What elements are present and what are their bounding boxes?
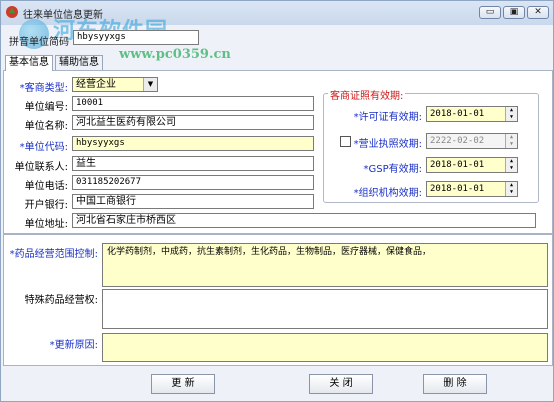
date-spinner[interactable]: ▲ ▼ — [505, 107, 517, 121]
business-license-label: *营业执照效期: — [353, 139, 422, 150]
unit-code-label: 单位编号: — [24, 102, 68, 113]
chevron-down-icon[interactable]: ▼ — [143, 78, 157, 91]
drug-scope-field[interactable]: 化学药制剂，中成药，抗生素制剂，生化药品，生物制品，医疗器械，保健食品， — [102, 243, 548, 287]
org-code-validity-label: *组织机构效期: — [353, 188, 422, 199]
update-button[interactable]: 更 新 — [151, 374, 215, 394]
minimize-button[interactable]: ▭ — [479, 6, 501, 19]
drug-scope-label: *药品经营范围控制: — [9, 249, 98, 260]
delete-button[interactable]: 删 除 — [423, 374, 487, 394]
app-logo-icon — [6, 6, 18, 18]
special-drug-label: 特殊药品经营权: — [24, 295, 98, 306]
unit-phone-label: 单位电话: — [24, 181, 68, 192]
date-spinner[interactable]: ▲ ▼ — [505, 134, 517, 148]
date-spinner[interactable]: ▲ ▼ — [505, 182, 517, 196]
customer-type-label: *客商类型: — [19, 83, 68, 94]
update-reason-field[interactable] — [102, 333, 548, 362]
restore-button[interactable]: ▣ — [503, 6, 525, 19]
special-drug-field[interactable] — [102, 289, 548, 329]
spin-up-icon[interactable]: ▲ — [506, 107, 517, 114]
bank-field[interactable]: 中国工商银行 — [72, 194, 314, 209]
search-label: 拼音单位简码 — [9, 37, 69, 48]
business-scope-panel: *药品经营范围控制: 化学药制剂，中成药，抗生素制剂，生化药品，生物制品，医疗器… — [3, 234, 553, 366]
contact-person-label: 单位联系人: — [14, 162, 68, 173]
license-group-title: 客商证照有效期: — [328, 87, 406, 102]
permit-validity-date[interactable]: 2018-01-01 ▲ ▼ — [426, 106, 518, 122]
close-button[interactable]: 关 闭 — [309, 374, 373, 394]
tab-basic-info[interactable]: 基本信息 — [5, 55, 53, 71]
date-spinner[interactable]: ▲ ▼ — [505, 158, 517, 172]
gsp-validity-date[interactable]: 2018-01-01 ▲ ▼ — [426, 157, 518, 173]
spin-down-icon[interactable]: ▼ — [506, 165, 517, 172]
unit-code-field[interactable]: 10001 — [72, 96, 314, 111]
org-code-validity-value: 2018-01-01 — [430, 184, 485, 194]
business-license-date[interactable]: 2222-02-02 ▲ ▼ — [426, 133, 518, 149]
unit-dcode-label: *单位代码: — [19, 142, 68, 153]
unit-phone-field[interactable]: 031185202677 — [72, 175, 314, 190]
watermark-url: www.pc0359.cn — [119, 47, 231, 62]
app-window: 往来单位信息更新 ▭ ▣ ✕ 河东软件园 www.pc0359.cn 拼音单位简… — [0, 0, 554, 402]
gsp-validity-label: *GSP有效期: — [363, 164, 423, 175]
spin-down-icon[interactable]: ▼ — [506, 114, 517, 121]
customer-type-select[interactable]: 经营企业 ▼ — [72, 77, 158, 92]
tab-auxiliary-info[interactable]: 辅助信息 — [55, 55, 103, 70]
update-reason-label: *更新原因: — [49, 340, 98, 351]
address-field[interactable]: 河北省石家庄市桥西区 — [72, 213, 536, 228]
contact-person-field[interactable]: 益生 — [72, 156, 314, 171]
permit-validity-label: *许可证有效期: — [353, 112, 422, 123]
address-label: 单位地址: — [24, 219, 68, 230]
unit-name-label: 单位名称: — [24, 121, 68, 132]
spin-up-icon[interactable]: ▲ — [506, 134, 517, 141]
spin-up-icon[interactable]: ▲ — [506, 182, 517, 189]
close-window-button[interactable]: ✕ — [527, 6, 549, 19]
customer-type-value: 经营企业 — [76, 79, 116, 90]
license-validity-group: 客商证照有效期: *许可证有效期: 2018-01-01 ▲ ▼ *营业执照效期:… — [323, 87, 539, 203]
search-input[interactable]: hbysyyxgs — [73, 30, 199, 45]
gsp-validity-value: 2018-01-01 — [430, 160, 485, 170]
spin-up-icon[interactable]: ▲ — [506, 158, 517, 165]
unit-dcode-field[interactable]: hbysyyxgs — [72, 136, 314, 151]
spin-down-icon[interactable]: ▼ — [506, 141, 517, 148]
unit-name-field[interactable]: 河北益生医药有限公司 — [72, 115, 314, 130]
spin-down-icon[interactable]: ▼ — [506, 189, 517, 196]
button-bar: 更 新 关 闭 删 除 — [1, 369, 553, 401]
business-license-value: 2222-02-02 — [430, 136, 485, 146]
org-code-validity-date[interactable]: 2018-01-01 ▲ ▼ — [426, 181, 518, 197]
bank-label: 开户银行: — [24, 200, 68, 211]
permit-validity-value: 2018-01-01 — [430, 109, 485, 119]
